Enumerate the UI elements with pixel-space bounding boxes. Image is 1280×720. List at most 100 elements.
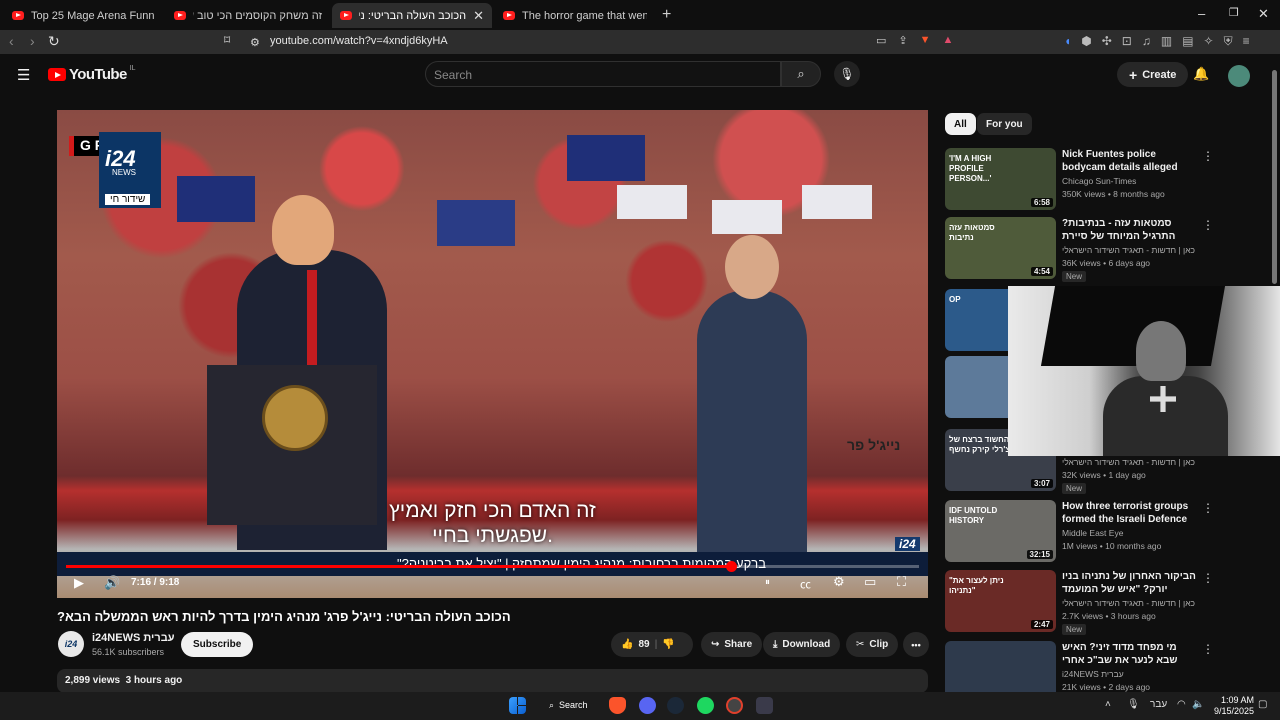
chip-all[interactable]: All xyxy=(945,113,976,135)
subscribe-button[interactable]: Subscribe xyxy=(181,632,254,657)
share-page-icon[interactable]: ⇪ xyxy=(898,34,907,47)
brave-shield-icon[interactable]: ▼ xyxy=(920,34,931,47)
tab-title: זה משחק הקוסמים הכי טוב שיצא לי xyxy=(193,9,322,22)
back-icon[interactable]: ‹ xyxy=(9,33,14,49)
more-options-icon[interactable]: ⋮ xyxy=(1202,149,1214,163)
wifi-icon[interactable]: ◠ xyxy=(1177,699,1186,710)
recommendation-title[interactable]: סמטאות עזה - בנתיבות? התרגיל המיוחד של ס… xyxy=(1062,217,1197,243)
tab-4[interactable]: The horror game that went wrong with xyxy=(495,3,655,28)
more-options-icon[interactable]: ⋮ xyxy=(1202,501,1214,515)
video-thumbnail[interactable]: "ניתן לעצור את נתניהו" 2:47 xyxy=(945,570,1056,632)
avatar[interactable] xyxy=(1228,65,1250,87)
clip-button[interactable]: ✂ Clip xyxy=(846,632,899,657)
channel-avatar[interactable]: i24 xyxy=(58,631,84,657)
new-tab-button[interactable]: + xyxy=(662,6,671,24)
brave-rewards-icon[interactable]: ▲ xyxy=(943,34,954,47)
scrubber-handle[interactable] xyxy=(726,561,737,572)
recommendation-channel[interactable]: Middle East Eye xyxy=(1062,528,1123,538)
speech-icon[interactable]: ◖ xyxy=(1064,34,1071,49)
download-button[interactable]: ⤓ Download xyxy=(763,632,841,657)
shield-icon[interactable]: ⛨ xyxy=(1224,34,1233,49)
play-icon[interactable]: ▶ xyxy=(74,575,84,591)
reload-icon[interactable]: ↻ xyxy=(48,33,60,50)
theater-mode-icon[interactable]: ▭ xyxy=(864,574,876,590)
fullscreen-icon[interactable]: ⛶ xyxy=(897,574,906,590)
recommendation-title[interactable]: How three terrorist groups formed the Is… xyxy=(1062,500,1197,526)
chip-for-you[interactable]: For you xyxy=(977,113,1032,135)
more-actions-button[interactable]: ••• xyxy=(903,632,929,657)
maximize-icon[interactable]: ❐ xyxy=(1229,6,1239,19)
autoplay-toggle[interactable]: ⏸ xyxy=(765,577,770,588)
tray-overflow-icon[interactable]: ˄ xyxy=(1105,699,1111,710)
menu-icon[interactable]: ≡ xyxy=(1243,34,1250,49)
notification-center-icon[interactable]: ▢ xyxy=(1258,699,1267,710)
cast-icon[interactable]: ▭ xyxy=(876,34,886,47)
vpn-icon[interactable]: ⬢ xyxy=(1081,34,1091,49)
recommendation-item[interactable]: "ניתן לעצור את נתניהו" 2:47 הביקור האחרון … xyxy=(945,570,1275,635)
scrollbar-thumb[interactable] xyxy=(1272,70,1277,284)
sidebar-icon[interactable]: ▥ xyxy=(1161,34,1172,49)
wallet-icon[interactable]: ▤ xyxy=(1182,34,1193,49)
tab-3-active[interactable]: הכוכב העולה הבריטי: נייג'ל פרג' ✕ xyxy=(332,3,492,28)
bookmark-icon[interactable]: ⌑ xyxy=(224,33,230,47)
captions-icon[interactable]: ㏄ xyxy=(800,576,811,592)
tab-2[interactable]: זה משחק הקוסמים הכי טוב שיצא לי xyxy=(166,3,330,28)
description-box[interactable]: 2,899 views 3 hours ago xyxy=(57,669,928,693)
more-options-icon[interactable]: ⋮ xyxy=(1202,218,1214,232)
search-button[interactable]: ⌕ xyxy=(781,61,821,87)
recommendation-channel[interactable]: כאן | חדשות - תאגיד השידור הישראלי xyxy=(1062,245,1195,255)
microphone-icon[interactable]: 🎙 xyxy=(1127,699,1140,710)
spotify-icon[interactable] xyxy=(697,697,714,714)
thumbs-down-icon[interactable]: 👎 xyxy=(662,639,674,650)
logo-country: IL xyxy=(129,65,136,72)
more-options-icon[interactable]: ⋮ xyxy=(1202,571,1214,585)
more-options-icon[interactable]: ⋮ xyxy=(1202,642,1214,656)
recommendation-title[interactable]: Nick Fuentes police bodycam details alle… xyxy=(1062,148,1197,174)
forward-icon[interactable]: › xyxy=(30,33,35,49)
create-button[interactable]: + Create xyxy=(1117,62,1189,87)
screenshot-icon[interactable]: ⊡ xyxy=(1122,34,1132,49)
recommendation-channel[interactable]: כאן | חדשות - תאגיד השידור הישראלי xyxy=(1062,457,1195,467)
recommendation-item[interactable]: IDF UNTOLD HISTORY 32:15 How three terrori… xyxy=(945,500,1275,564)
language-indicator[interactable]: עבר xyxy=(1150,699,1167,710)
close-tab-icon[interactable]: ✕ xyxy=(473,8,484,24)
recommendation-item[interactable]: סמטאות עזה נתיבות 4:54 סמטאות עזה - בנתיבו… xyxy=(945,217,1275,282)
channel-name[interactable]: i24NEWS עברית xyxy=(92,632,175,644)
recommendation-channel[interactable]: i24NEWS עברית xyxy=(1062,669,1124,679)
music-icon[interactable]: ♫ xyxy=(1142,34,1151,49)
share-button[interactable]: ↪ Share xyxy=(701,632,763,657)
like-count[interactable]: 89 xyxy=(638,639,649,650)
brave-browser-icon[interactable] xyxy=(609,697,626,714)
app-icon[interactable] xyxy=(756,697,773,714)
notifications-bell-icon[interactable]: 🔔 xyxy=(1193,66,1209,82)
recommendation-item[interactable]: 'I'M A HIGH PROFILE PERSON...' 6:58 Nick F… xyxy=(945,148,1275,212)
recommendation-title[interactable]: הביקור האחרון של נתניהו בניו יורק? "איש … xyxy=(1062,570,1197,596)
thumbs-up-icon[interactable]: 👍 xyxy=(621,639,633,650)
settings-icon[interactable]: ⚙ xyxy=(833,574,845,590)
youtube-logo[interactable]: YouTube IL xyxy=(48,65,136,83)
video-thumbnail[interactable]: IDF UNTOLD HISTORY 32:15 xyxy=(945,500,1056,562)
video-thumbnail[interactable]: 'I'M A HIGH PROFILE PERSON...' 6:58 xyxy=(945,148,1056,210)
system-clock[interactable]: 1:09 AM 9/15/2025 xyxy=(1214,695,1254,717)
extensions-icon[interactable]: ✣ xyxy=(1102,34,1112,49)
recommendation-channel[interactable]: כאן | חדשות - תאגיד השידור הישראלי xyxy=(1062,598,1195,608)
minimize-icon[interactable]: – xyxy=(1198,6,1205,21)
volume-icon[interactable]: 🔊 xyxy=(104,575,120,591)
recommendation-channel[interactable]: Chicago Sun-Times xyxy=(1062,176,1136,186)
tab-1[interactable]: Top 25 Mage Arena Funniest Moments xyxy=(4,3,162,28)
video-thumbnail[interactable]: סמטאות עזה נתיבות 4:54 xyxy=(945,217,1056,279)
app-icon[interactable] xyxy=(726,697,743,714)
url-field[interactable]: youtube.com/watch?v=4xndjd6kyHA xyxy=(240,31,965,53)
scissors-icon: ✂ xyxy=(856,639,865,650)
volume-tray-icon[interactable]: 🔈 xyxy=(1192,699,1204,710)
steam-icon[interactable] xyxy=(667,697,684,714)
video-player[interactable]: G R, AZ i24 NEWS שידור חי נייג'ל פר זה ה… xyxy=(57,110,928,598)
recommendation-title[interactable]: מי מפחד מדוד זיני? האיש שבא לנער את שב"כ… xyxy=(1062,641,1197,667)
leo-icon[interactable]: ✧ xyxy=(1204,34,1214,49)
taskbar-search[interactable]: ⌕ Search xyxy=(541,694,596,716)
hamburger-menu-icon[interactable]: ☰ xyxy=(17,66,30,84)
voice-search-icon[interactable]: 🎙 xyxy=(834,61,860,87)
close-window-icon[interactable]: ✕ xyxy=(1258,6,1269,22)
discord-icon[interactable] xyxy=(639,697,656,714)
search-input[interactable]: Search xyxy=(425,61,781,87)
